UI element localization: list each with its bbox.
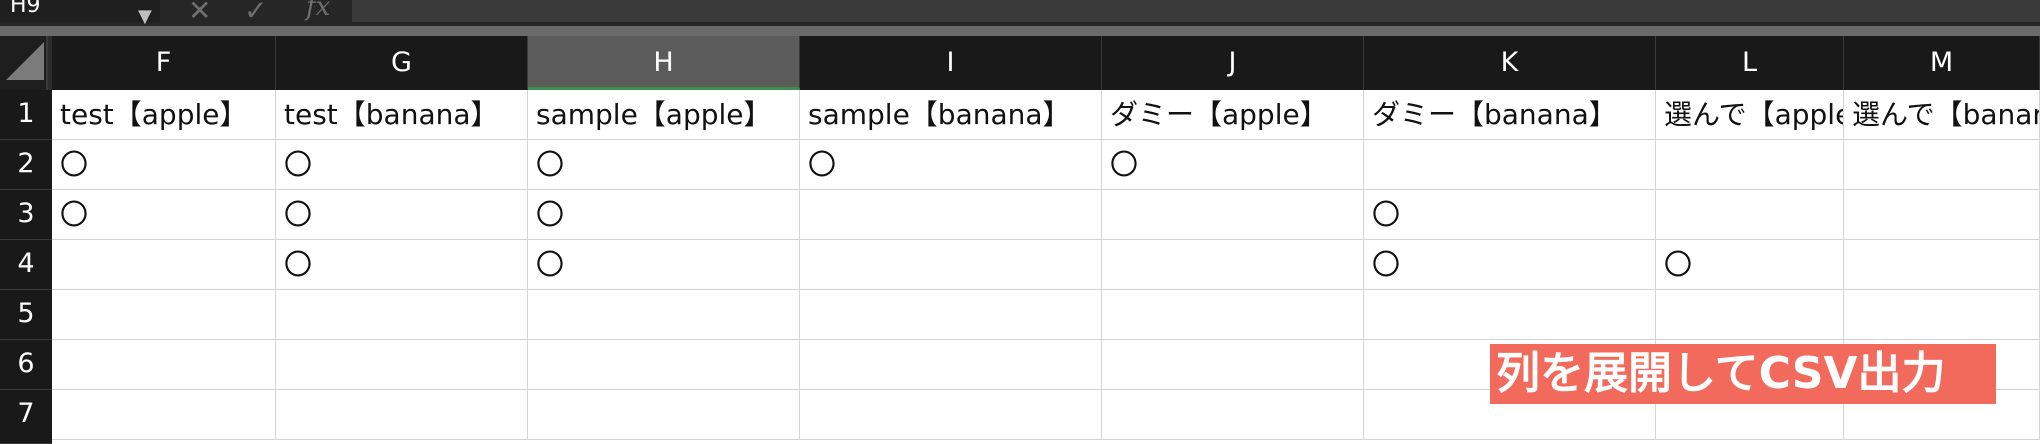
select-all-triangle-icon bbox=[6, 42, 44, 80]
insert-function-icon[interactable]: fx bbox=[306, 0, 330, 22]
row-number: 3 bbox=[17, 198, 35, 229]
cell-j1[interactable]: ダミー【apple】 bbox=[1102, 90, 1364, 140]
cell-g5[interactable] bbox=[276, 290, 528, 340]
cancel-icon[interactable]: ✕ bbox=[188, 0, 211, 27]
cell-f4[interactable] bbox=[52, 240, 276, 290]
cell-j4[interactable] bbox=[1102, 240, 1364, 290]
enter-check-icon[interactable]: ✓ bbox=[244, 0, 267, 27]
cell-k2[interactable] bbox=[1364, 140, 1656, 190]
cell-m2[interactable] bbox=[1844, 140, 2040, 190]
cell-i5[interactable] bbox=[800, 290, 1102, 340]
cell-g7[interactable] bbox=[276, 390, 528, 440]
cell-m1[interactable]: 選んで【banana】 bbox=[1844, 90, 2040, 140]
row-number: 2 bbox=[17, 148, 35, 179]
column-header-g[interactable]: G bbox=[276, 36, 528, 90]
cell-l3[interactable] bbox=[1656, 190, 1844, 240]
cell-i3[interactable] bbox=[800, 190, 1102, 240]
row-header-1[interactable]: 1 bbox=[0, 90, 52, 140]
name-box-value: H9 bbox=[10, 0, 41, 18]
row-number: 1 bbox=[17, 98, 35, 129]
cell-h5[interactable] bbox=[528, 290, 800, 340]
row-number: 5 bbox=[17, 298, 35, 329]
column-header-i[interactable]: I bbox=[800, 36, 1102, 90]
cell-j3[interactable] bbox=[1102, 190, 1364, 240]
cell-m4[interactable] bbox=[1844, 240, 2040, 290]
cell-j7[interactable] bbox=[1102, 390, 1364, 440]
column-header-f[interactable]: F bbox=[52, 36, 276, 90]
cell-i4[interactable] bbox=[800, 240, 1102, 290]
cell-f6[interactable] bbox=[52, 340, 276, 390]
cell-f7[interactable] bbox=[52, 390, 276, 440]
row-header-2[interactable]: 2 bbox=[0, 140, 52, 190]
cell-i7[interactable] bbox=[800, 390, 1102, 440]
row-header-6[interactable]: 6 bbox=[0, 340, 52, 390]
cell-l4[interactable]: 〇 bbox=[1656, 240, 1844, 290]
cell-h7[interactable] bbox=[528, 390, 800, 440]
cell-m3[interactable] bbox=[1844, 190, 2040, 240]
cell-l1[interactable]: 選んで【apple】 bbox=[1656, 90, 1844, 140]
cell-j6[interactable] bbox=[1102, 340, 1364, 390]
cell-k1[interactable]: ダミー【banana】 bbox=[1364, 90, 1656, 140]
cell-h6[interactable] bbox=[528, 340, 800, 390]
cell-j5[interactable] bbox=[1102, 290, 1364, 340]
row-header-5[interactable]: 5 bbox=[0, 290, 52, 340]
cell-h4[interactable]: 〇 bbox=[528, 240, 800, 290]
cell-h1[interactable]: sample【apple】 bbox=[528, 90, 800, 140]
cell-f2[interactable]: 〇 bbox=[52, 140, 276, 190]
cell-h3[interactable]: 〇 bbox=[528, 190, 800, 240]
cell-k5[interactable] bbox=[1364, 290, 1656, 340]
row-number: 4 bbox=[17, 248, 35, 279]
column-header-l[interactable]: L bbox=[1656, 36, 1844, 90]
cell-f1[interactable]: test【apple】 bbox=[52, 90, 276, 140]
cell-i1[interactable]: sample【banana】 bbox=[800, 90, 1102, 140]
overlay-caption: 列を展開してCSV出力 bbox=[1490, 344, 1996, 404]
cell-j2[interactable]: 〇 bbox=[1102, 140, 1364, 190]
column-header-h[interactable]: H bbox=[528, 36, 800, 90]
cell-k4[interactable]: 〇 bbox=[1364, 240, 1656, 290]
cell-f5[interactable] bbox=[52, 290, 276, 340]
formula-bar: H9 ▼ ✕ ✓ fx bbox=[0, 0, 2040, 27]
formula-bar-divider bbox=[0, 26, 2040, 36]
column-header-m[interactable]: M bbox=[1844, 36, 2040, 90]
select-all-corner[interactable] bbox=[0, 36, 48, 90]
row-header-3[interactable]: 3 bbox=[0, 190, 52, 240]
cell-i2[interactable]: 〇 bbox=[800, 140, 1102, 190]
column-header-k[interactable]: K bbox=[1364, 36, 1656, 90]
row-number: 6 bbox=[17, 348, 35, 379]
cell-g4[interactable]: 〇 bbox=[276, 240, 528, 290]
cell-m5[interactable] bbox=[1844, 290, 2040, 340]
cell-l5[interactable] bbox=[1656, 290, 1844, 340]
cell-l2[interactable] bbox=[1656, 140, 1844, 190]
cell-g3[interactable]: 〇 bbox=[276, 190, 528, 240]
row-header-7[interactable]: 7 bbox=[0, 390, 52, 444]
cell-g6[interactable] bbox=[276, 340, 528, 390]
cell-i6[interactable] bbox=[800, 340, 1102, 390]
column-header-j[interactable]: J bbox=[1102, 36, 1364, 90]
name-box-dropdown-icon[interactable]: ▼ bbox=[138, 6, 152, 27]
formula-input[interactable] bbox=[352, 0, 2040, 22]
cell-h2[interactable]: 〇 bbox=[528, 140, 800, 190]
row-header-4[interactable]: 4 bbox=[0, 240, 52, 290]
cell-k3[interactable]: 〇 bbox=[1364, 190, 1656, 240]
cell-g2[interactable]: 〇 bbox=[276, 140, 528, 190]
cell-f3[interactable]: 〇 bbox=[52, 190, 276, 240]
row-number: 7 bbox=[17, 398, 35, 429]
cell-g1[interactable]: test【banana】 bbox=[276, 90, 528, 140]
name-box[interactable]: H9 bbox=[0, 0, 160, 22]
